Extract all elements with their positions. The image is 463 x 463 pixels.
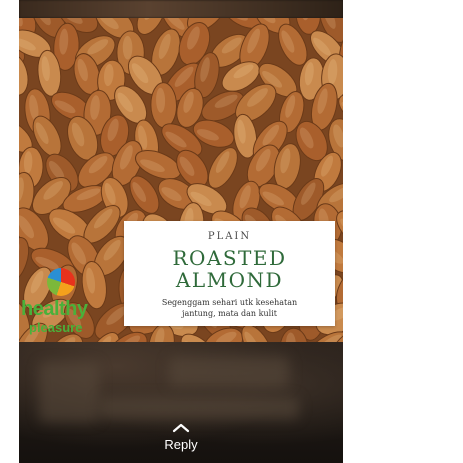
card-subtitle-line-1: Segenggam sehari utk kesehatan [161,298,298,307]
product-label-card: PLAIN ROASTED ALMOND Segenggam sehari ut… [124,221,335,326]
healthy-pleasure-logo: healthy pleasure [19,266,109,342]
logo-emblem-icon [47,268,75,296]
logo-word-healthy: healthy [21,298,88,320]
card-kicker: PLAIN [207,231,252,242]
chevron-up-icon [172,423,190,433]
card-subtitle-line-2: jantung, mata dan kulit [182,309,277,318]
story-photo: healthy pleasure PLAIN ROASTED ALMOND Se… [19,18,343,342]
reply-label: Reply [164,437,198,452]
previous-media-strip [19,0,343,18]
blurred-shape [99,397,299,419]
card-title-line-2: ALMOND [175,268,284,292]
logo-word-pleasure: pleasure [29,320,83,335]
blurred-shape [39,362,99,422]
card-title: ROASTED ALMOND [124,247,335,291]
card-subtitle: Segenggam sehari utk kesehatan jantung, … [124,297,335,319]
reply-button[interactable]: Reply [19,423,343,452]
story-viewer[interactable]: healthy pleasure PLAIN ROASTED ALMOND Se… [19,0,343,463]
blurred-shape [169,357,289,387]
card-title-line-1: ROASTED [172,246,287,270]
